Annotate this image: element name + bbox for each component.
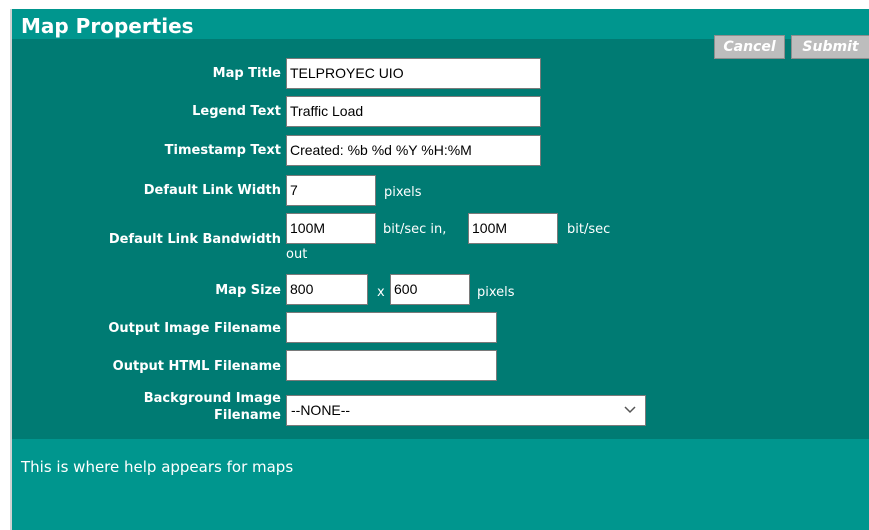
background-image-selected-value: --NONE-- xyxy=(291,402,351,418)
default-link-width-label: Default Link Width xyxy=(143,183,281,198)
legend-text-label: Legend Text xyxy=(192,104,281,119)
output-image-filename-input[interactable] xyxy=(286,312,497,343)
bandwidth-out-input[interactable]: 100M xyxy=(468,213,558,244)
submit-button[interactable]: Submit xyxy=(791,35,869,59)
default-link-bandwidth-label: Default Link Bandwidth xyxy=(108,232,281,247)
map-size-label: Map Size xyxy=(215,283,281,298)
map-properties-dialog: Map Properties Cancel Submit Map Title T… xyxy=(10,9,869,530)
output-html-filename-label: Output HTML Filename xyxy=(112,359,281,374)
bandwidth-out-unit: bit/sec xyxy=(567,222,611,237)
background-image-filename-label-line1: Background Image xyxy=(143,391,281,406)
map-size-separator: x xyxy=(377,285,385,300)
legend-text-input[interactable]: Traffic Load xyxy=(286,96,541,127)
output-image-filename-label: Output Image Filename xyxy=(108,321,281,336)
map-title-input[interactable]: TELPROYEC UIO xyxy=(286,58,541,89)
output-html-filename-input[interactable] xyxy=(286,350,497,381)
timestamp-text-input[interactable]: Created: %b %d %Y %H:%M xyxy=(286,135,541,166)
chevron-down-icon xyxy=(624,406,636,414)
default-link-width-input[interactable]: 7 xyxy=(286,175,376,206)
map-size-unit: pixels xyxy=(477,285,515,300)
bandwidth-in-unit: bit/sec in, xyxy=(383,222,447,237)
map-height-input[interactable]: 600 xyxy=(390,274,470,305)
map-width-input[interactable]: 800 xyxy=(286,274,368,305)
background-image-select[interactable]: --NONE-- xyxy=(286,395,646,426)
dialog-title: Map Properties xyxy=(21,14,194,38)
link-width-unit: pixels xyxy=(384,185,422,200)
cancel-button[interactable]: Cancel xyxy=(714,35,785,59)
bandwidth-out-unit-wrap: out xyxy=(286,247,308,262)
help-panel: This is where help appears for maps xyxy=(12,439,869,530)
background-image-filename-label-line2: Filename xyxy=(214,408,281,423)
map-title-label: Map Title xyxy=(212,66,281,81)
bandwidth-in-input[interactable]: 100M xyxy=(286,213,376,244)
timestamp-text-label: Timestamp Text xyxy=(164,143,281,158)
help-text: This is where help appears for maps xyxy=(21,458,294,476)
